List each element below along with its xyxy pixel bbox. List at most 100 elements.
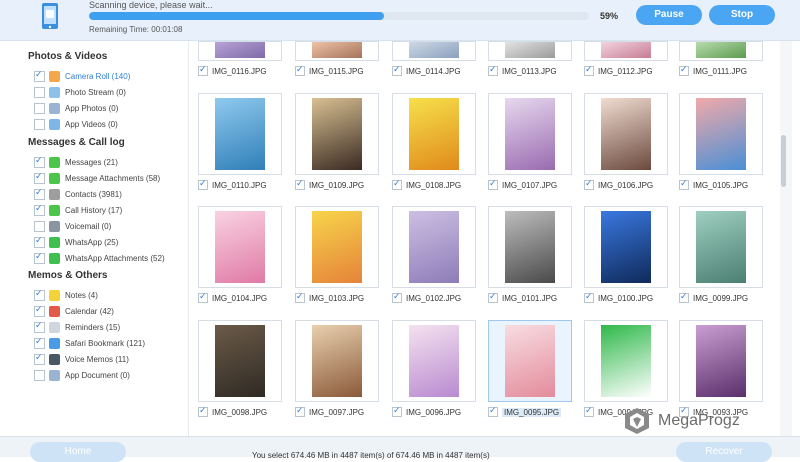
photo-thumbnail[interactable] — [392, 41, 476, 61]
photo-checkbox[interactable] — [584, 64, 594, 76]
home-button[interactable]: Home — [30, 442, 126, 462]
photo-checkbox[interactable] — [295, 64, 305, 76]
photo-thumbnail[interactable] — [679, 93, 763, 175]
photo-checkbox[interactable] — [392, 291, 402, 303]
photo-thumbnail[interactable] — [584, 206, 668, 288]
photo-thumbnail[interactable] — [584, 41, 668, 61]
photo-checkbox[interactable] — [488, 64, 498, 76]
photo-tile[interactable]: IMG_0112.JPG — [584, 41, 668, 76]
photo-checkbox[interactable] — [198, 405, 208, 417]
photo-checkbox[interactable] — [488, 405, 498, 417]
sidebar-item-checkbox[interactable] — [34, 187, 45, 200]
photo-thumbnail[interactable] — [295, 41, 379, 61]
sidebar-item[interactable]: Safari Bookmark (121) — [34, 336, 145, 350]
sidebar-item[interactable]: WhatsApp (25) — [34, 235, 118, 249]
photo-checkbox[interactable] — [198, 178, 208, 190]
photo-thumbnail[interactable] — [488, 41, 572, 61]
sidebar-item[interactable]: Notes (4) — [34, 288, 98, 302]
photo-thumbnail[interactable] — [392, 206, 476, 288]
photo-tile[interactable]: IMG_0110.JPG — [198, 93, 282, 190]
photo-checkbox[interactable] — [198, 291, 208, 303]
photo-thumbnail[interactable] — [392, 320, 476, 402]
photo-thumbnail[interactable] — [488, 320, 572, 402]
sidebar-item[interactable]: Call History (17) — [34, 203, 122, 217]
photo-thumbnail[interactable] — [295, 206, 379, 288]
photo-tile[interactable]: IMG_0098.JPG — [198, 320, 282, 417]
photo-tile[interactable]: IMG_0115.JPG — [295, 41, 379, 76]
photo-thumbnail[interactable] — [295, 320, 379, 402]
sidebar-item-checkbox[interactable] — [34, 69, 45, 82]
photo-thumbnail[interactable] — [679, 41, 763, 61]
sidebar-item-checkbox[interactable] — [34, 203, 45, 216]
sidebar-item[interactable]: Reminders (15) — [34, 320, 120, 334]
sidebar-item[interactable]: App Videos (0) — [34, 117, 118, 131]
sidebar-item[interactable]: App Document (0) — [34, 368, 130, 382]
photo-thumbnail[interactable] — [584, 93, 668, 175]
photo-tile[interactable]: IMG_0104.JPG — [198, 206, 282, 303]
photo-tile[interactable]: IMG_0099.JPG — [679, 206, 763, 303]
sidebar-item[interactable]: Messages (21) — [34, 155, 118, 169]
photo-checkbox[interactable] — [295, 405, 305, 417]
sidebar-item[interactable]: WhatsApp Attachments (52) — [34, 251, 165, 265]
photo-checkbox[interactable] — [392, 405, 402, 417]
photo-thumbnail[interactable] — [295, 93, 379, 175]
photo-tile[interactable]: IMG_0094.JPG — [584, 320, 668, 417]
photo-tile[interactable]: IMG_0101.JPG — [488, 206, 572, 303]
photo-checkbox[interactable] — [584, 291, 594, 303]
photo-checkbox[interactable] — [392, 178, 402, 190]
photo-thumbnail[interactable] — [679, 206, 763, 288]
sidebar-item[interactable]: Message Attachments (58) — [34, 171, 160, 185]
sidebar-item-checkbox[interactable] — [34, 155, 45, 168]
photo-checkbox[interactable] — [392, 64, 402, 76]
sidebar-item-checkbox[interactable] — [34, 251, 45, 264]
photo-tile[interactable]: IMG_0095.JPG — [488, 320, 572, 417]
sidebar-item-checkbox[interactable] — [34, 336, 45, 349]
stop-button[interactable]: Stop — [709, 5, 775, 25]
photo-checkbox[interactable] — [295, 291, 305, 303]
sidebar-item[interactable]: Voice Memos (11) — [34, 352, 129, 366]
photo-checkbox[interactable] — [488, 291, 498, 303]
photo-checkbox[interactable] — [295, 178, 305, 190]
photo-thumbnail[interactable] — [488, 206, 572, 288]
grid-scrollbar-thumb[interactable] — [781, 135, 786, 187]
sidebar-item-checkbox[interactable] — [34, 102, 45, 114]
photo-tile[interactable]: IMG_0107.JPG — [488, 93, 572, 190]
photo-tile[interactable]: IMG_0100.JPG — [584, 206, 668, 303]
photo-thumbnail[interactable] — [198, 41, 282, 61]
photo-checkbox[interactable] — [679, 64, 689, 76]
photo-tile[interactable]: IMG_0103.JPG — [295, 206, 379, 303]
photo-tile[interactable]: IMG_0106.JPG — [584, 93, 668, 190]
photo-thumbnail[interactable] — [584, 320, 668, 402]
photo-tile[interactable]: IMG_0093.JPG — [679, 320, 763, 417]
photo-checkbox[interactable] — [679, 178, 689, 190]
photo-tile[interactable]: IMG_0105.JPG — [679, 93, 763, 190]
sidebar-item-checkbox[interactable] — [34, 369, 45, 381]
sidebar-item[interactable]: Calendar (42) — [34, 304, 114, 318]
sidebar-item-checkbox[interactable] — [34, 171, 45, 184]
sidebar-item[interactable]: Contacts (3981) — [34, 187, 122, 201]
photo-tile[interactable]: IMG_0096.JPG — [392, 320, 476, 417]
sidebar-item-checkbox[interactable] — [34, 235, 45, 248]
recover-button[interactable]: Recover — [676, 442, 772, 462]
photo-thumbnail[interactable] — [198, 320, 282, 402]
sidebar-item-checkbox[interactable] — [34, 288, 45, 301]
photo-tile[interactable]: IMG_0111.JPG — [679, 41, 763, 76]
sidebar-item[interactable]: Camera Roll (140) — [34, 69, 130, 83]
photo-tile[interactable]: IMG_0113.JPG — [488, 41, 572, 76]
pause-button[interactable]: Pause — [636, 5, 702, 25]
sidebar-item-checkbox[interactable] — [34, 304, 45, 317]
photo-thumbnail[interactable] — [488, 93, 572, 175]
sidebar-item-checkbox[interactable] — [34, 118, 45, 130]
sidebar-item-checkbox[interactable] — [34, 86, 45, 98]
sidebar-item-checkbox[interactable] — [34, 352, 45, 365]
photo-tile[interactable]: IMG_0116.JPG — [198, 41, 282, 76]
sidebar-item[interactable]: Photo Stream (0) — [34, 85, 126, 99]
photo-tile[interactable]: IMG_0114.JPG — [392, 41, 476, 76]
photo-checkbox[interactable] — [198, 64, 208, 76]
photo-thumbnail[interactable] — [679, 320, 763, 402]
grid-scrollbar[interactable] — [780, 41, 792, 436]
sidebar-item[interactable]: App Photos (0) — [34, 101, 118, 115]
photo-thumbnail[interactable] — [198, 93, 282, 175]
photo-checkbox[interactable] — [679, 291, 689, 303]
photo-tile[interactable]: IMG_0102.JPG — [392, 206, 476, 303]
